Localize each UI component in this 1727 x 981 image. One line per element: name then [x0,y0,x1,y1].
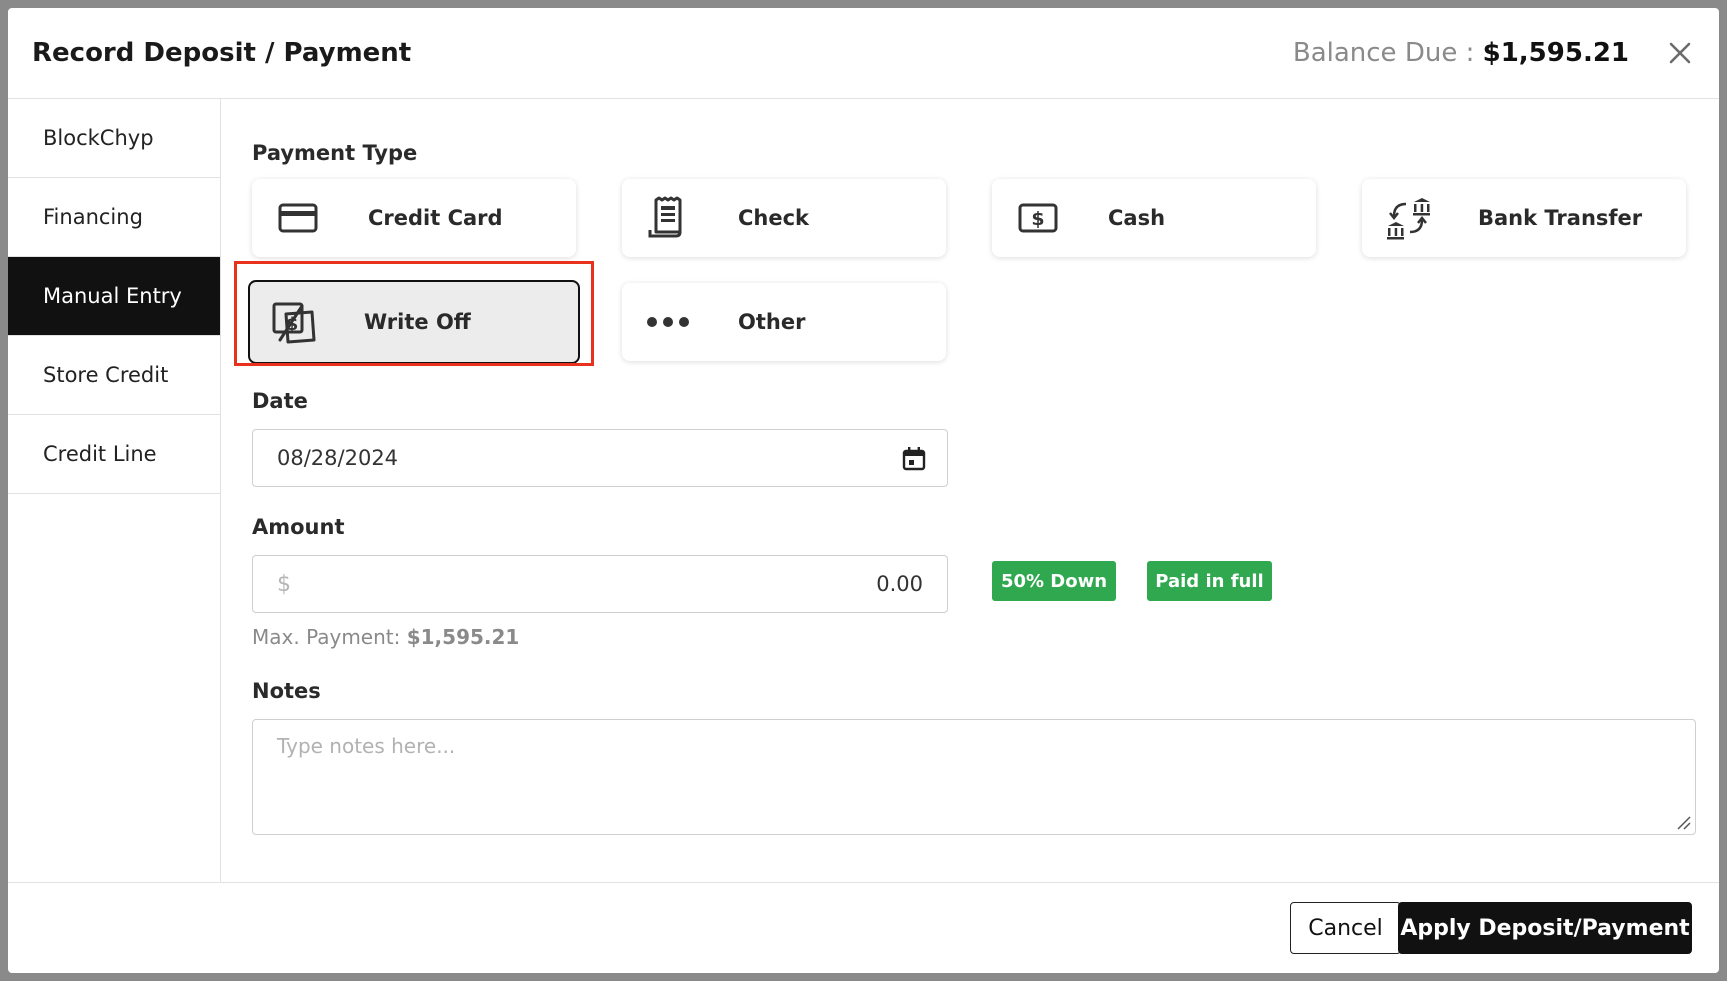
payment-type-label-text: Check [738,206,810,230]
date-label: Date [252,389,308,413]
fifty-percent-down-button[interactable]: 50% Down [992,561,1116,601]
date-input[interactable]: 08/28/2024 [252,429,948,487]
payment-type-credit-card[interactable]: Credit Card [252,179,576,257]
sidebar-item-label: Credit Line [43,442,157,466]
sidebar-item-financing[interactable]: Financing [8,178,220,257]
notes-placeholder: Type notes here... [277,734,456,758]
payment-type-check[interactable]: Check [622,179,946,257]
payment-type-bank-transfer[interactable]: Bank Transfer [1362,179,1686,257]
sidebar-item-label: Financing [43,205,143,229]
balance-due-value: $1,595.21 [1482,38,1629,68]
sidebar-item-label: Store Credit [43,363,169,387]
bank-transfer-icon [1387,198,1430,240]
credit-card-icon [278,203,318,233]
amount-label: Amount [252,515,345,539]
record-payment-modal: Record Deposit / Payment Balance Due : $… [8,8,1719,973]
cash-icon: $ [1018,203,1058,233]
max-payment-value: $1,595.21 [406,625,520,649]
payment-type-label-text: Write Off [364,310,471,334]
sidebar-item-credit-line[interactable]: Credit Line [8,415,220,494]
date-value: 08/28/2024 [277,446,399,470]
more-dots-icon [647,317,689,327]
currency-symbol: $ [277,571,291,597]
payment-type-label-text: Cash [1108,206,1166,230]
notes-textarea[interactable]: Type notes here... [252,719,1696,835]
max-payment-note: Max. Payment: $1,595.21 [252,625,519,649]
payment-type-label-text: Bank Transfer [1478,206,1643,230]
modal-header: Record Deposit / Payment Balance Due : $… [8,8,1719,99]
payment-type-other[interactable]: Other [622,283,946,361]
sidebar-item-label: Manual Entry [43,284,182,308]
close-icon[interactable] [1665,38,1695,68]
svg-text:$: $ [1031,208,1044,230]
payment-type-label: Payment Type [252,141,418,165]
check-receipt-icon [648,196,682,238]
calendar-icon[interactable] [901,446,927,472]
cancel-button[interactable]: Cancel [1290,902,1401,954]
apply-payment-button[interactable]: Apply Deposit/Payment [1398,902,1692,954]
payment-type-write-off[interactable]: $ Write Off [248,280,580,364]
modal-footer: Cancel Apply Deposit/Payment [8,882,1719,973]
sidebar-item-store-credit[interactable]: Store Credit [8,336,220,415]
sidebar-item-manual-entry[interactable]: Manual Entry [8,257,220,336]
sidebar-item-label: BlockChyp [43,126,154,150]
modal-title: Record Deposit / Payment [32,38,412,68]
amount-input[interactable]: $ 0.00 [252,555,948,613]
sidebar-item-blockchyp[interactable]: BlockChyp [8,99,220,178]
payment-type-label-text: Other [738,310,806,334]
amount-value: 0.00 [876,572,923,596]
manual-entry-form: Payment Type Credit Card Check $ Cash Ba… [248,99,1696,883]
balance-due: Balance Due : $1,595.21 [1293,38,1629,68]
max-payment-label: Max. Payment: [252,625,407,649]
resize-handle-icon[interactable] [1675,814,1691,830]
payment-type-cash[interactable]: $ Cash [992,179,1316,257]
payment-type-label-text: Credit Card [368,206,503,230]
paid-in-full-button[interactable]: Paid in full [1147,561,1272,601]
notes-label: Notes [252,679,321,703]
write-off-icon: $ [272,302,316,344]
payment-method-sidebar: BlockChyp Financing Manual Entry Store C… [8,99,221,883]
balance-due-label: Balance Due : [1292,38,1483,68]
